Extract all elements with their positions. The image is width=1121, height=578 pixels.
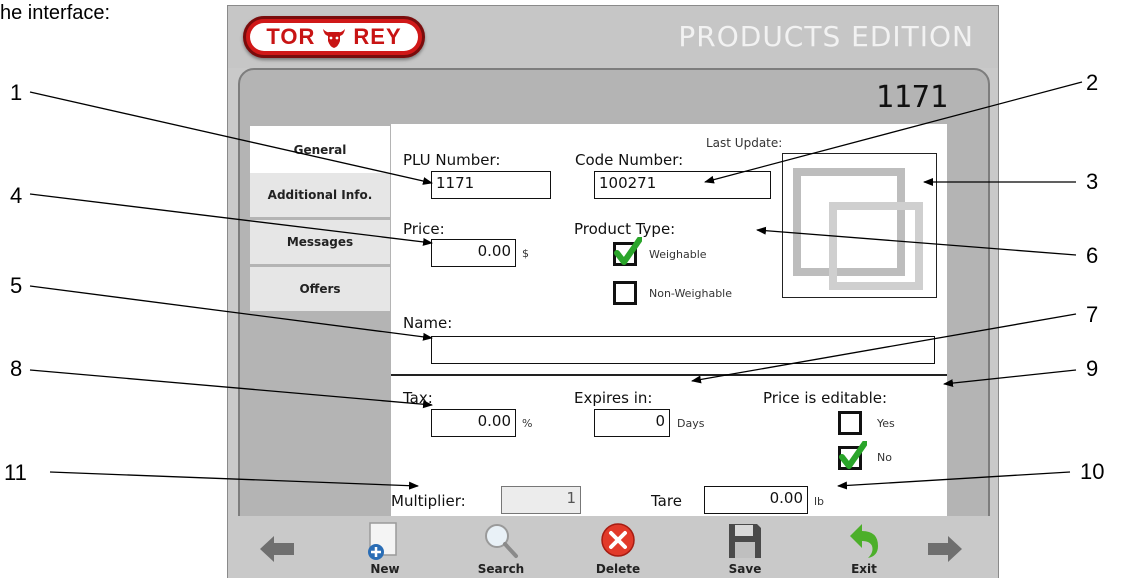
non-weighable-label: Non-Weighable	[649, 287, 733, 300]
device-screen: TOR REY PRODUCTS EDITION 1171 General Ad…	[227, 5, 999, 578]
tab-messages[interactable]: Messages	[250, 220, 390, 264]
expires-unit: Days	[677, 417, 705, 430]
bull-logo-icon	[323, 29, 346, 48]
search-button[interactable]: Search	[456, 516, 546, 578]
magnifier-icon	[485, 524, 518, 558]
tax-unit: %	[522, 417, 533, 430]
callout-6: 6	[1086, 243, 1099, 268]
code-number-input[interactable]: 100271	[594, 171, 771, 199]
callout-8: 8	[10, 356, 23, 381]
non-weighable-checkbox[interactable]	[613, 281, 637, 305]
new-label: New	[370, 562, 400, 576]
weighable-label: Weighable	[649, 248, 707, 261]
general-form: Last Update: PLU Number: 1171 Code Numbe…	[391, 124, 947, 516]
callout-10: 10	[1080, 459, 1105, 484]
exit-label: Exit	[851, 562, 877, 576]
screen-title: PRODUCTS EDITION	[678, 20, 974, 53]
floppy-disk-icon	[729, 524, 761, 558]
callout-1: 1	[10, 80, 23, 105]
logo-text-right: REY	[353, 24, 402, 49]
code-number-label: Code Number:	[575, 151, 684, 169]
price-input[interactable]: 0.00	[431, 239, 516, 267]
exit-button[interactable]: Exit	[819, 516, 909, 578]
weighable-checkbox[interactable]	[613, 237, 642, 266]
forward-arrow-icon[interactable]	[928, 536, 962, 562]
tab-list: General Additional Info. Messages Offers	[250, 126, 390, 314]
price-editable-no-checkbox[interactable]	[838, 441, 867, 470]
name-input[interactable]	[431, 336, 935, 364]
price-unit: $	[522, 247, 529, 260]
callout-4: 4	[10, 183, 23, 208]
callout-9: 9	[1086, 356, 1099, 381]
title-bar: TOR REY PRODUCTS EDITION	[228, 6, 998, 68]
product-image-frame[interactable]	[782, 153, 937, 298]
price-editable-yes-checkbox[interactable]	[838, 411, 862, 435]
new-document-icon	[368, 522, 397, 560]
form-divider	[391, 374, 947, 376]
tab-additional-info[interactable]: Additional Info.	[250, 173, 390, 217]
logo-text-left: TOR	[266, 24, 316, 49]
tare-unit: lb	[814, 495, 825, 508]
price-editable-label: Price is editable:	[763, 389, 888, 407]
multiplier-label: Multiplier:	[391, 492, 466, 510]
checkmark-icon	[839, 441, 867, 469]
name-label: Name:	[403, 314, 453, 332]
last-update-label: Last Update:	[706, 136, 783, 150]
expires-input[interactable]: 0	[594, 409, 670, 437]
delete-button[interactable]: Delete	[573, 516, 663, 578]
expires-label: Expires in:	[574, 389, 653, 407]
no-label: No	[877, 451, 892, 464]
callout-5: 5	[10, 273, 23, 298]
plu-display: 1171	[875, 80, 948, 115]
tax-input[interactable]: 0.00	[431, 409, 516, 437]
image-placeholder-icon	[793, 168, 923, 290]
callout-7: 7	[1086, 302, 1099, 327]
product-type-label: Product Type:	[574, 220, 676, 238]
multiplier-input: 1	[501, 486, 581, 514]
search-label: Search	[477, 562, 525, 576]
checkmark-icon	[614, 237, 642, 265]
delete-label: Delete	[595, 562, 641, 576]
bottom-toolbar: New Search Delete Save Exit	[238, 516, 990, 578]
save-label: Save	[728, 562, 762, 576]
save-button[interactable]: Save	[700, 516, 790, 578]
tare-input[interactable]: 0.00	[704, 486, 808, 514]
tab-general[interactable]: General	[250, 126, 390, 173]
delete-x-icon	[601, 523, 635, 557]
torrey-logo: TOR REY	[243, 16, 425, 58]
plu-number-input[interactable]: 1171	[431, 171, 551, 199]
tab-offers[interactable]: Offers	[250, 267, 390, 311]
callout-3: 3	[1086, 169, 1099, 194]
callout-2: 2	[1086, 70, 1099, 95]
yes-label: Yes	[877, 417, 895, 430]
new-button[interactable]: New	[340, 516, 430, 578]
caption-text: he interface:	[0, 2, 111, 24]
callout-11: 11	[4, 460, 27, 485]
exit-arrow-icon	[850, 524, 878, 558]
price-label: Price:	[403, 220, 445, 238]
back-arrow-icon[interactable]	[260, 536, 294, 562]
plu-number-label: PLU Number:	[403, 151, 501, 169]
tare-label: Tare	[651, 492, 682, 510]
tax-label: Tax:	[403, 389, 433, 407]
